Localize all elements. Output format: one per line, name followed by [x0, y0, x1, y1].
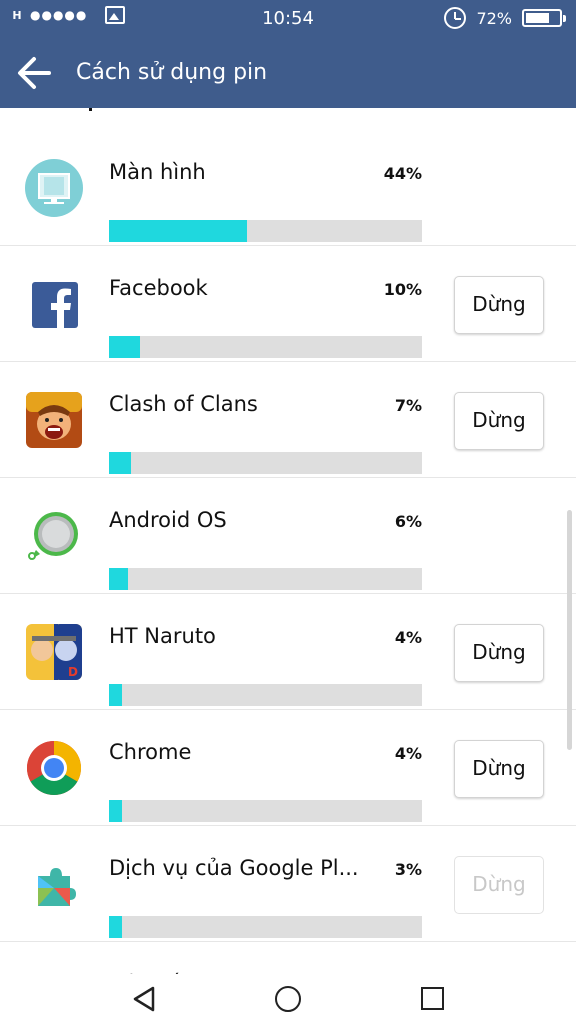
app-name: Màn hình	[109, 160, 206, 184]
usage-bar	[109, 568, 422, 590]
usage-bar-fill	[109, 336, 141, 358]
usage-bar	[109, 684, 422, 706]
battery-usage-row[interactable]: Chrome 4% Dừng	[0, 710, 576, 826]
stop-button[interactable]: Dừng	[454, 276, 544, 334]
battery-usage-row[interactable]: Màn hình 44%	[0, 130, 576, 246]
usage-bar-fill	[109, 220, 247, 242]
usage-percent: 44%	[383, 164, 422, 183]
stop-button[interactable]: Dừng	[454, 740, 544, 798]
google-play-services-icon	[24, 854, 84, 914]
scrollbar[interactable]	[567, 510, 572, 750]
arrow-left-icon[interactable]	[16, 56, 52, 90]
usage-bar-fill	[109, 800, 122, 822]
triangle-back-icon[interactable]	[132, 986, 156, 1012]
battery-usage-row[interactable]: Dịch vụ của Google Pl... 3% Dừng	[0, 826, 576, 942]
usage-bar-fill	[109, 916, 122, 938]
battery-percent: 72%	[476, 8, 512, 28]
android-os-icon	[24, 506, 84, 566]
usage-bar	[109, 336, 422, 358]
ht-naruto-icon: D	[24, 622, 84, 682]
stop-button[interactable]: Dừng	[454, 392, 544, 450]
svg-text:D: D	[68, 665, 78, 679]
chrome-icon	[24, 738, 84, 798]
navigation-bar	[0, 974, 576, 1024]
page-title: Cách sử dụng pin	[76, 60, 268, 85]
battery-usage-row[interactable]: D HT Naruto 4% Dừng	[0, 594, 576, 710]
app-name: HT Naruto	[109, 624, 216, 648]
usage-percent: 3%	[394, 860, 422, 879]
status-bar: H ●●●●● 10:54 72%	[0, 0, 576, 38]
usage-bar-fill	[109, 452, 131, 474]
usage-percent: 7%	[394, 396, 422, 415]
usage-bar-fill	[109, 568, 128, 590]
battery-usage-row[interactable]: Android OS 6%	[0, 478, 576, 594]
usage-bar	[109, 220, 422, 242]
usage-bar	[109, 800, 422, 822]
app-name: Facebook	[109, 276, 208, 300]
square-recent-icon[interactable]	[421, 987, 444, 1010]
battery-icon	[522, 9, 566, 27]
usage-percent: 6%	[394, 512, 422, 531]
battery-usage-row[interactable]: Clash of Clans 7% Dừng	[0, 362, 576, 478]
app-name: Dịch vụ của Google Pl...	[109, 856, 359, 880]
screen-icon	[24, 158, 84, 218]
usage-percent: 4%	[394, 744, 422, 763]
stop-button[interactable]: Dừng	[454, 856, 544, 914]
app-name: Clash of Clans	[109, 392, 258, 416]
clash-of-clans-icon	[24, 390, 84, 450]
battery-usage-row[interactable]: Hệ thống Android3%	[0, 942, 576, 974]
battery-usage-list: Màn hình 44% Facebook 10% Dừng Clash of Clans…	[0, 108, 576, 974]
app-name: Chrome	[109, 740, 192, 764]
facebook-icon	[24, 274, 84, 334]
stop-button[interactable]: Dừng	[454, 624, 544, 682]
circle-home-icon[interactable]	[275, 986, 301, 1012]
usage-bar-fill	[109, 684, 122, 706]
alarm-icon	[444, 7, 467, 29]
partial-text-fragment	[88, 108, 94, 111]
usage-percent: 10%	[383, 280, 422, 299]
usage-percent: 4%	[394, 628, 422, 647]
app-name: Android OS	[109, 508, 227, 532]
usage-bar	[109, 452, 422, 474]
usage-bar	[109, 916, 422, 938]
battery-usage-row[interactable]: Facebook 10% Dừng	[0, 246, 576, 362]
app-bar: Cách sử dụng pin	[0, 38, 576, 108]
